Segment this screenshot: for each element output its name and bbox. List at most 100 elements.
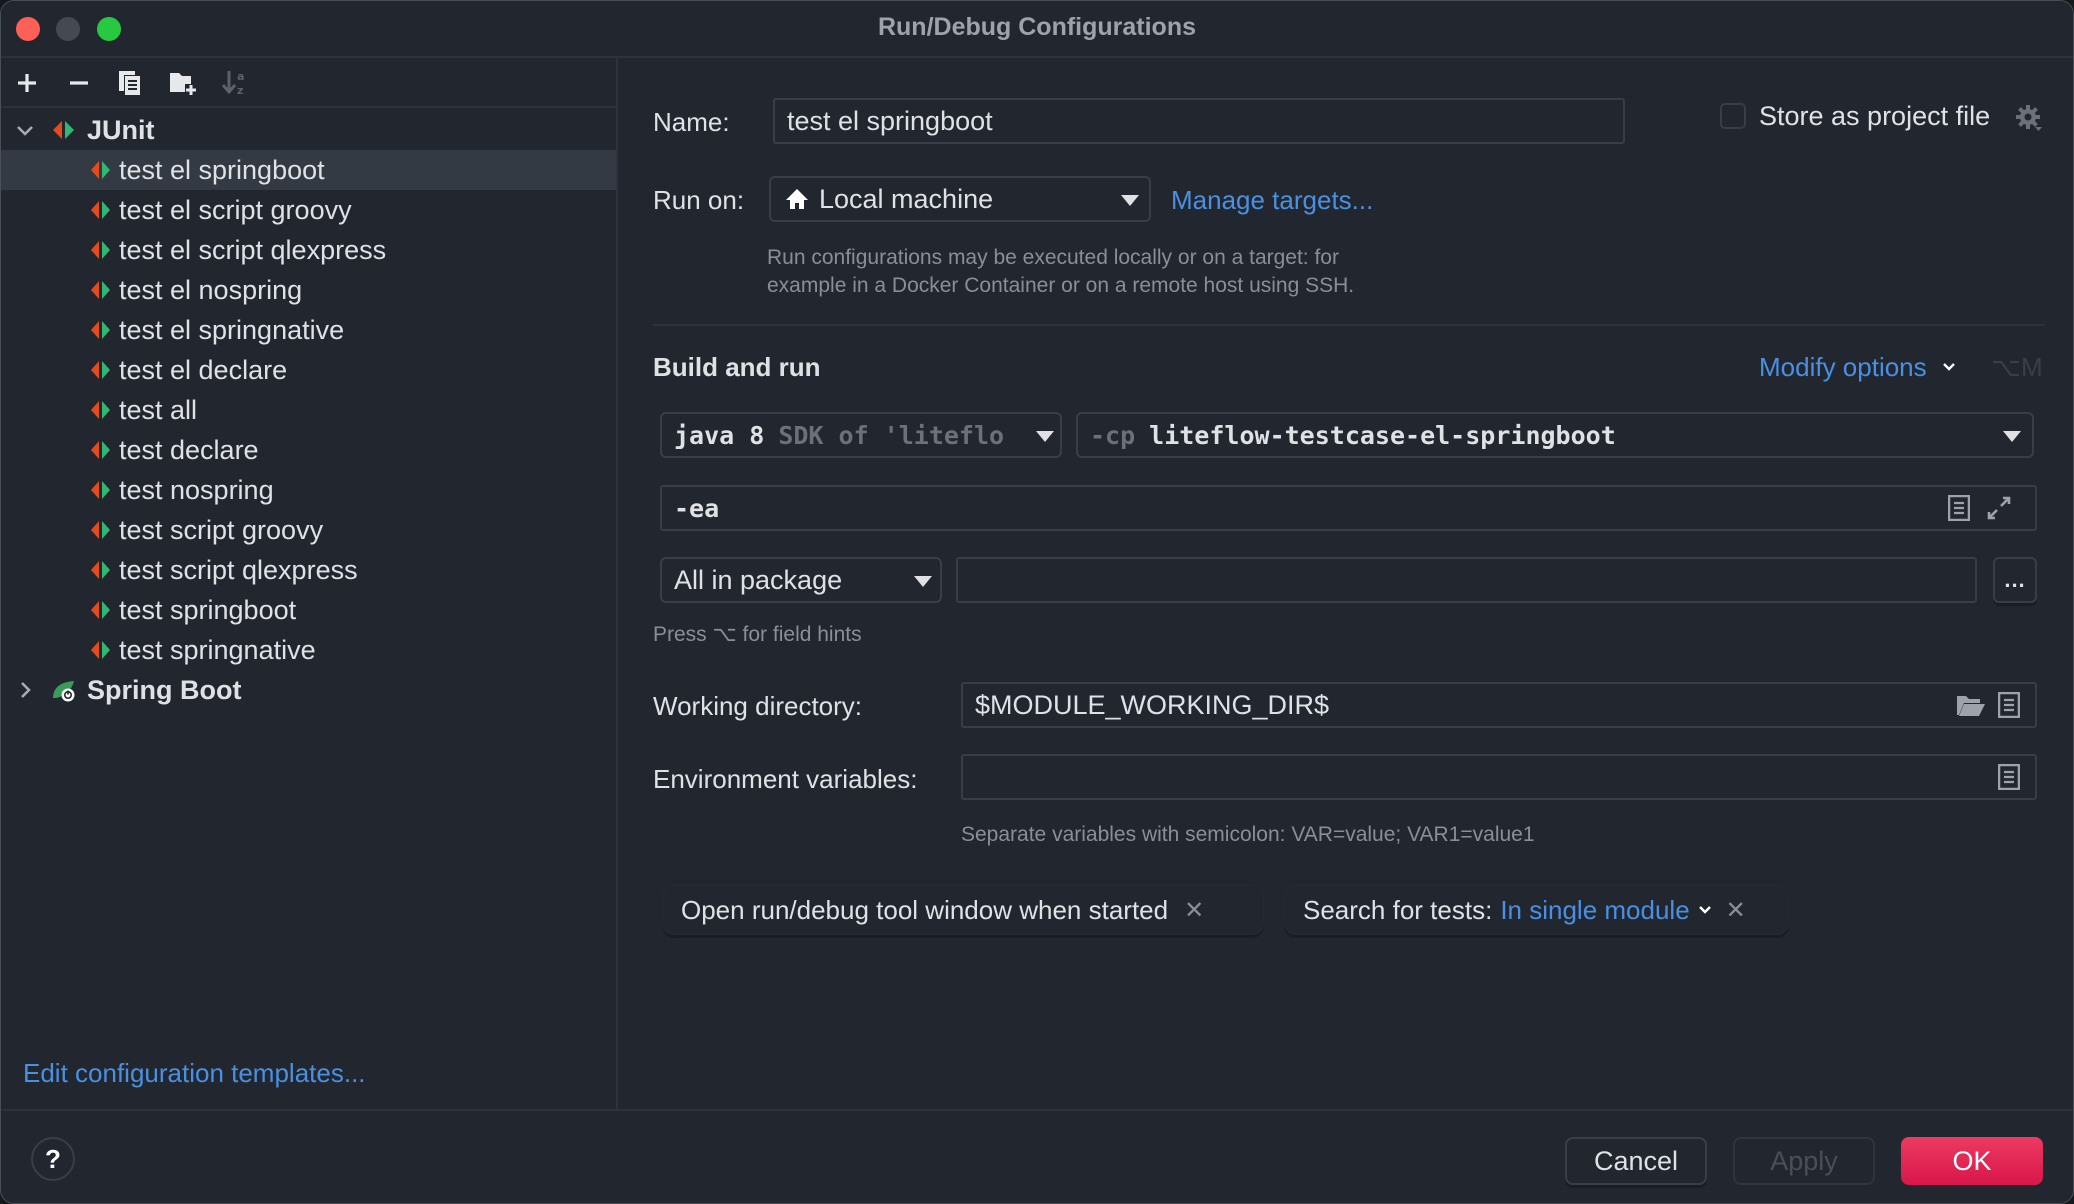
- chip-label: Search for tests:: [1303, 894, 1493, 925]
- manage-targets-link[interactable]: Manage targets...: [1171, 185, 1373, 216]
- tree-item-label: test springnative: [119, 634, 316, 665]
- chevron-down-icon[interactable]: [13, 118, 37, 142]
- test-kind-value: All in package: [674, 564, 843, 595]
- run-on-hint-line1: Run configurations may be executed local…: [767, 246, 1339, 269]
- junit-config-icon: [91, 561, 110, 579]
- name-input-value: test el springboot: [787, 105, 993, 136]
- working-directory-input[interactable]: $MODULE_WORKING_DIR$: [961, 682, 2037, 728]
- tree-item-label: test declare: [119, 434, 259, 465]
- copy-icon: [119, 71, 141, 96]
- chevron-down-icon: [1943, 363, 1955, 371]
- expand-field-button[interactable]: [1985, 494, 2013, 522]
- browse-package-button[interactable]: ...: [1993, 557, 2037, 603]
- junit-config-icon: [91, 641, 110, 659]
- help-button[interactable]: ?: [31, 1137, 75, 1181]
- svg-text:z: z: [237, 84, 243, 97]
- junit-config-icon: [91, 441, 110, 459]
- tree-item[interactable]: test declare: [1, 430, 616, 470]
- junit-config-icon: [91, 161, 110, 179]
- cp-prefix: -cp: [1090, 420, 1136, 450]
- tree-item[interactable]: test script groovy: [1, 510, 616, 550]
- edit-environment-variables-button[interactable]: [1995, 763, 2023, 791]
- chevron-down-icon[interactable]: [1696, 901, 1714, 919]
- name-input[interactable]: test el springboot: [773, 98, 1625, 144]
- sort-alpha-icon: az: [221, 70, 244, 97]
- section-divider: [653, 324, 2045, 326]
- sidebar-toolbar: az: [1, 58, 616, 108]
- configurations-sidebar: az JUnit test el springboot test el scri…: [1, 58, 618, 1109]
- option-chip-search-for-tests[interactable]: Search for tests: In single module ✕: [1284, 885, 1789, 935]
- tree-item[interactable]: test el script qlexpress: [1, 230, 616, 270]
- gear-icon: [2016, 105, 2042, 131]
- add-configuration-button[interactable]: [12, 68, 42, 98]
- jdk-dropdown[interactable]: java 8 SDK of 'liteflo: [660, 412, 1062, 458]
- run-on-dropdown[interactable]: Local machine: [769, 176, 1151, 222]
- dialog-footer: ? Cancel Apply OK: [1, 1109, 2073, 1203]
- dropdown-arrow-icon: [914, 576, 932, 587]
- junit-config-icon: [91, 361, 110, 379]
- tree-item[interactable]: test el springnative: [1, 310, 616, 350]
- project-file-settings-button[interactable]: [2014, 103, 2044, 133]
- ok-button[interactable]: OK: [1901, 1137, 2043, 1185]
- browse-directory-button[interactable]: [1955, 691, 1987, 719]
- chip-label: Open run/debug tool window when started: [681, 894, 1169, 925]
- environment-variables-hint: Separate variables with semicolon: VAR=v…: [961, 823, 1535, 846]
- minus-icon: [70, 81, 88, 85]
- modify-options-shortcut: ⌥M: [1991, 352, 2043, 382]
- working-directory-macros-button[interactable]: [1995, 691, 2023, 719]
- copy-configuration-button[interactable]: [115, 68, 145, 98]
- cancel-button[interactable]: Cancel: [1565, 1137, 1707, 1185]
- dropdown-arrow-icon: [1036, 431, 1054, 442]
- tree-item-label: test el script groovy: [119, 194, 352, 225]
- tree-item-label: test all: [119, 394, 198, 425]
- tree-item[interactable]: test el nospring: [1, 270, 616, 310]
- tree-item-label: test el springnative: [119, 314, 345, 345]
- junit-config-icon: [91, 241, 110, 259]
- chevron-right-icon[interactable]: [13, 678, 37, 702]
- build-and-run-title: Build and run: [653, 352, 821, 382]
- tree-item[interactable]: test el springboot: [1, 150, 616, 190]
- run-on-value: Local machine: [819, 183, 994, 214]
- vm-options-macros-button[interactable]: [1945, 494, 1973, 522]
- edit-configuration-templates-link[interactable]: Edit configuration templates...: [23, 1058, 366, 1089]
- tree-item[interactable]: test nospring: [1, 470, 616, 510]
- tree-item[interactable]: test script qlexpress: [1, 550, 616, 590]
- junit-config-icon: [91, 201, 110, 219]
- vm-options-input[interactable]: -ea: [660, 485, 2037, 531]
- remove-option-icon[interactable]: ✕: [1184, 896, 1204, 925]
- tree-item[interactable]: test all: [1, 390, 616, 430]
- document-icon: [1998, 764, 2020, 790]
- junit-config-icon: [91, 481, 110, 499]
- tree-group-spring-boot[interactable]: Spring Boot: [1, 670, 616, 710]
- tree-item[interactable]: test springboot: [1, 590, 616, 630]
- tree-item[interactable]: test springnative: [1, 630, 616, 670]
- document-icon: [1948, 495, 1970, 521]
- option-chip-open-tool-window[interactable]: Open run/debug tool window when started …: [662, 885, 1264, 935]
- junit-config-icon: [91, 321, 110, 339]
- remove-configuration-button[interactable]: [64, 68, 94, 98]
- modify-options-link[interactable]: Modify options: [1759, 352, 1958, 383]
- test-kind-dropdown[interactable]: All in package: [660, 557, 942, 603]
- classpath-module-dropdown[interactable]: -cp liteflow-testcase-el-springboot: [1076, 412, 2034, 458]
- configuration-editor: Name: test el springboot Store as projec…: [620, 58, 2073, 1109]
- tree-item[interactable]: test el declare: [1, 350, 616, 390]
- store-as-project-file-checkbox[interactable]: [1720, 103, 1746, 129]
- tree-group-junit[interactable]: JUnit: [1, 110, 616, 150]
- apply-button[interactable]: Apply: [1733, 1137, 1875, 1185]
- plus-icon: [18, 74, 36, 92]
- search-scope-dropdown[interactable]: In single module: [1500, 895, 1689, 926]
- store-as-project-file-label[interactable]: Store as project file: [1759, 101, 1990, 132]
- new-folder-button[interactable]: [168, 68, 198, 98]
- dropdown-arrow-icon: [2003, 431, 2021, 442]
- dialog-title: Run/Debug Configurations: [877, 13, 1197, 41]
- remove-option-icon[interactable]: ✕: [1726, 896, 1746, 925]
- environment-variables-input[interactable]: [961, 754, 2037, 800]
- jdk-value: java 8: [674, 420, 765, 450]
- package-input[interactable]: [956, 557, 1977, 603]
- folder-open-icon: [1957, 696, 1985, 716]
- vm-options-value: -ea: [674, 493, 720, 523]
- sort-configurations-button[interactable]: az: [220, 68, 250, 98]
- run-debug-configurations-dialog: Run/Debug Configurations az JUnit test e…: [0, 0, 2074, 1204]
- modify-options-label: Modify options: [1759, 352, 1927, 382]
- tree-item[interactable]: test el script groovy: [1, 190, 616, 230]
